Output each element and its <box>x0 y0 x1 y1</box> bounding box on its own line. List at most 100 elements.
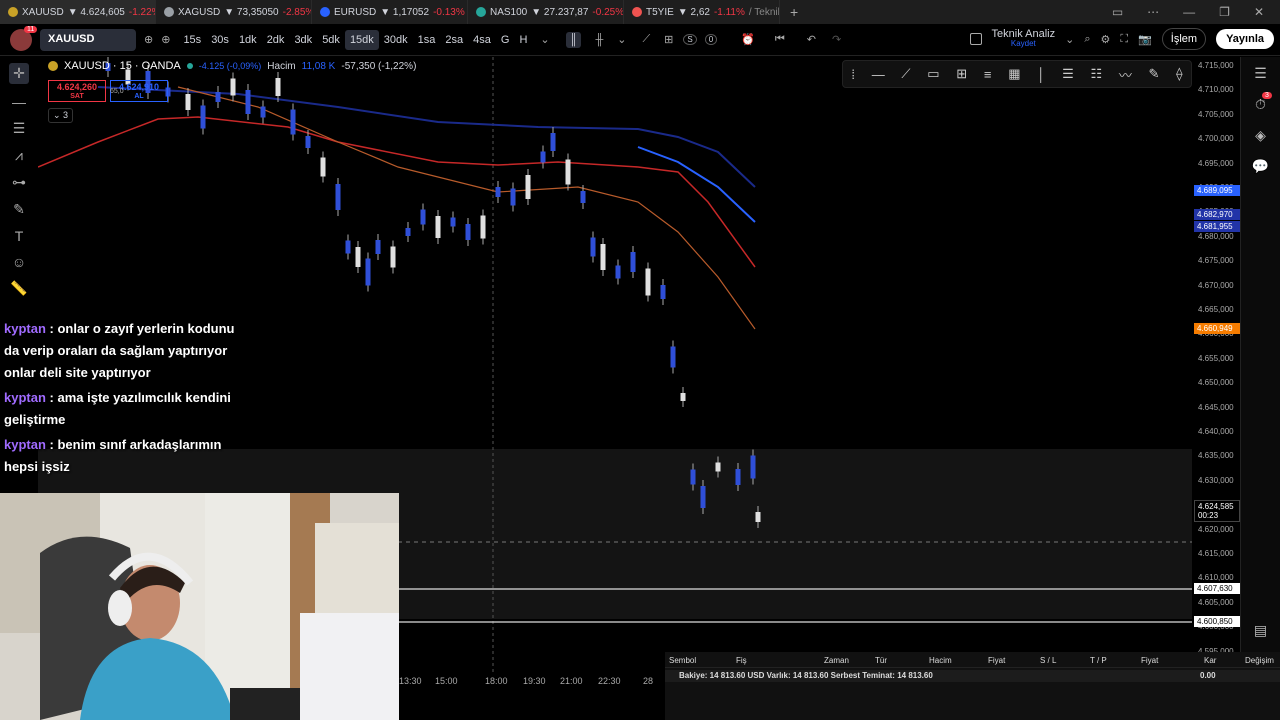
watchlist-icon[interactable]: ☰ <box>1254 65 1267 82</box>
candle-type-icon[interactable]: ║ <box>565 31 582 48</box>
emoji-tool-icon[interactable]: ☺ <box>12 254 26 270</box>
col-header[interactable]: Tür <box>875 656 887 665</box>
col-header[interactable]: Fiyat <box>988 656 1005 665</box>
interval-h[interactable]: H <box>514 30 532 50</box>
indicators-icon[interactable]: ⟋ <box>642 33 650 46</box>
table-icon[interactable]: ▦ <box>1008 66 1020 82</box>
alert-icon[interactable]: ⏰ <box>741 33 755 46</box>
zero-button[interactable]: 0 <box>704 34 718 45</box>
legend-title[interactable]: XAUUSD · 15 · OANDA <box>64 60 181 72</box>
interval-1sa[interactable]: 1sa <box>413 30 441 50</box>
more-icon[interactable]: ⋯ <box>1147 5 1159 19</box>
camera-icon[interactable]: 📷 <box>1138 33 1152 46</box>
col-header[interactable]: Kar <box>1204 656 1216 665</box>
interval-15s[interactable]: 15s <box>178 30 206 50</box>
path-icon[interactable]: 〰 <box>1119 65 1132 84</box>
horizontal-line-icon[interactable]: — <box>872 67 885 82</box>
chevron-down-icon[interactable]: ⌄ <box>1065 33 1074 46</box>
symbol-search-input[interactable]: XAUUSD <box>40 28 136 51</box>
rectangle-icon[interactable]: ▭ <box>927 66 939 82</box>
templates-icon[interactable]: ⊞ <box>664 33 673 46</box>
col-header[interactable]: Sembol <box>669 656 696 665</box>
window-close-icon[interactable]: ✕ <box>1254 5 1264 19</box>
price-tick: 4.695,000 <box>1198 158 1234 168</box>
chat-username: kyptan <box>4 390 46 405</box>
channel-icon[interactable]: ≡ <box>984 67 992 82</box>
fib-ext-icon[interactable]: ☷ <box>1090 66 1102 82</box>
candle-body <box>335 184 341 210</box>
chat-message: kyptan : onlar o zayıf yerlerin kodunu d… <box>4 318 244 384</box>
interval-2dk[interactable]: 2dk <box>262 30 290 50</box>
fib-tool-icon[interactable]: ☰ <box>13 120 26 137</box>
price-axis[interactable]: 4.595,0004.600,0004.605,0004.610,0004.61… <box>1192 57 1240 657</box>
trend-line-icon[interactable]: ⟋ <box>901 66 910 82</box>
undo-icon[interactable]: ↶ <box>807 33 816 46</box>
indicator-collapse[interactable]: ⌄ 3 <box>48 108 74 123</box>
layers-icon[interactable]: ◈ <box>1255 127 1266 144</box>
sell-button[interactable]: 4.624,260 SAT <box>48 80 106 102</box>
checkbox-icon[interactable] <box>969 33 982 45</box>
interval-2sa[interactable]: 2sa <box>440 30 468 50</box>
interval-30s[interactable]: 30s <box>206 30 234 50</box>
interval-4sa[interactable]: 4sa <box>468 30 496 50</box>
calendar-icon[interactable]: ▤ <box>1254 622 1267 639</box>
interval-30dk[interactable]: 30dk <box>379 30 413 50</box>
chevron-down-icon[interactable]: ⌄ <box>540 33 549 46</box>
pen-icon[interactable]: ✎ <box>1149 66 1160 82</box>
col-header[interactable]: Hacim <box>929 656 952 665</box>
volume-value: 11,08 K <box>301 60 336 72</box>
col-header[interactable]: S / L <box>1040 656 1056 665</box>
pattern-tool-icon[interactable]: ⩘ <box>15 147 23 164</box>
browser-tab[interactable]: XAGUSD ▼ 73,35050 -2.85% ✕ <box>156 0 312 24</box>
minimize-icon[interactable]: — <box>1183 5 1195 19</box>
col-header[interactable]: Zaman <box>824 656 849 665</box>
browser-tab[interactable]: NAS100 ▼ 27.237,87 -0.25% ✕ <box>468 0 624 24</box>
new-tab-icon[interactable]: + <box>780 4 808 20</box>
interval-1dk[interactable]: 1dk <box>234 30 262 50</box>
alerts-clock-icon[interactable]: ⏱ 3 <box>1255 92 1272 113</box>
browser-tab[interactable]: XAUUSD ▼ 4.624,605 -1.22% ✕ <box>0 0 156 24</box>
ruler-icon[interactable]: 📏 <box>10 280 27 297</box>
interval-3dk[interactable]: 3dk <box>289 30 317 50</box>
col-header[interactable]: Fiş <box>736 656 747 665</box>
browser-tab[interactable]: EURUSD ▼ 1,17052 -0.13% ✕ <box>312 0 468 24</box>
bar-type-icon[interactable]: ╫ <box>595 34 603 46</box>
browser-tab[interactable]: T5YIE ▼ 2,62 -1.11% / Teknik ✕ <box>624 0 780 24</box>
add-symbol-icon[interactable]: ⊕ <box>161 33 170 46</box>
line-tool-icon[interactable]: — <box>12 94 26 110</box>
search-icon[interactable]: ⌕ <box>1084 33 1090 46</box>
settings-icon[interactable]: ⚙ <box>1101 33 1111 46</box>
interval-5dk[interactable]: 5dk <box>317 30 345 50</box>
text-tool-icon[interactable]: T <box>15 228 24 244</box>
chevron-down-icon[interactable]: ⌄ <box>617 33 626 46</box>
price-tick: 4.630,000 <box>1198 475 1234 485</box>
time-axis[interactable]: 13:30 15:00 18:00 19:30 21:00 22:30 28 <box>399 673 665 689</box>
layout-menu[interactable]: Teknik Analiz Kaydet <box>992 29 1056 49</box>
forecast-tool-icon[interactable]: ⊶ <box>12 174 26 191</box>
islem-button[interactable]: İşlem <box>1161 28 1207 50</box>
drag-handle-icon[interactable]: ⁞ <box>851 67 855 82</box>
col-header[interactable]: T / P <box>1090 656 1107 665</box>
grid-tool-icon[interactable]: ⊞ <box>956 66 967 82</box>
col-header[interactable]: Değişim <box>1245 656 1274 665</box>
fib-icon[interactable]: ☰ <box>1062 66 1074 82</box>
s-button[interactable]: S <box>683 34 697 45</box>
replay-icon[interactable]: ⏮ <box>775 33 785 46</box>
interval-g[interactable]: G <box>496 30 515 50</box>
candle-body <box>260 106 266 118</box>
compare-icon[interactable]: ⊕ <box>144 33 153 46</box>
interval-15dk[interactable]: 15dk <box>344 29 379 50</box>
yayinla-button[interactable]: Yayınla <box>1216 29 1274 49</box>
chat-icon[interactable]: 💬 <box>1252 158 1269 175</box>
candle-body <box>615 265 621 279</box>
brush-tool-icon[interactable]: ✎ <box>13 201 25 218</box>
spread-value: 65,0 <box>110 88 124 95</box>
maximize-icon[interactable]: ❐ <box>1219 5 1230 19</box>
redo-icon[interactable]: ↷ <box>832 33 841 46</box>
measure-icon[interactable]: ⟠ <box>1176 66 1182 82</box>
crosshair-icon[interactable]: ✛ <box>9 63 29 84</box>
col-header[interactable]: Fiyat <box>1141 656 1158 665</box>
layout-icon[interactable]: ▭ <box>1112 5 1123 19</box>
fullscreen-icon[interactable]: ⛶ <box>1120 33 1128 46</box>
vertical-line-icon[interactable]: │ <box>1037 67 1045 82</box>
